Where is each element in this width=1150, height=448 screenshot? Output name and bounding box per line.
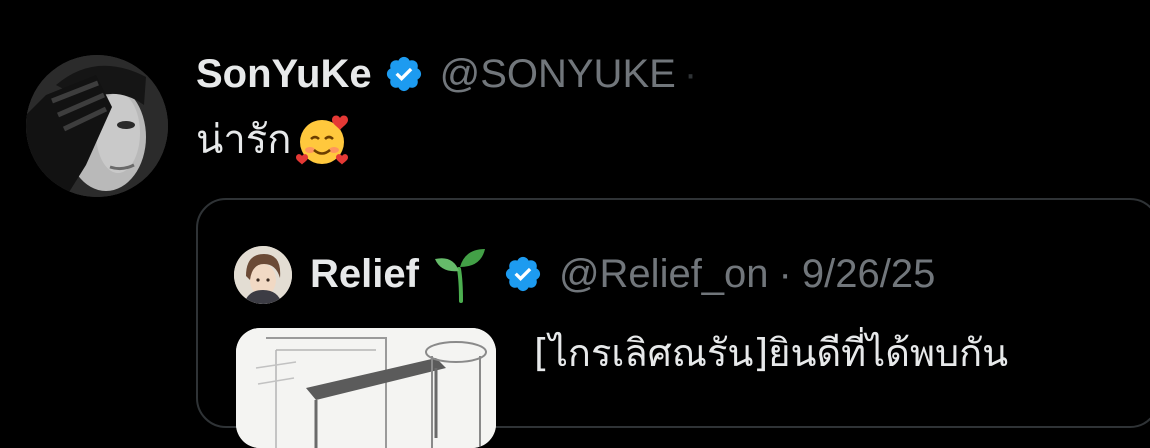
- author-handle[interactable]: @SONYUKE: [440, 52, 676, 97]
- seedling-icon: [431, 245, 489, 303]
- verified-badge-icon[interactable]: [503, 254, 543, 294]
- quoted-tweet-card[interactable]: Relief @Relief_on · 9/26/25 [ไกรเลิศณรัน…: [196, 198, 1150, 448]
- author-avatar[interactable]: [26, 55, 168, 197]
- quoted-tweet-thumbnail[interactable]: [236, 328, 496, 448]
- quoted-author-avatar[interactable]: [234, 246, 292, 304]
- tweet-text: น่ารัก: [196, 117, 292, 163]
- header-separator: ·: [683, 51, 698, 96]
- verified-badge-icon[interactable]: [384, 54, 424, 94]
- tweet-body: น่ารัก: [196, 110, 352, 170]
- profile-photo-icon: [26, 55, 168, 197]
- quoted-author-display-name[interactable]: Relief: [310, 252, 419, 297]
- smiling-face-with-hearts-icon: [295, 112, 352, 168]
- sketch-illustration-icon: [236, 328, 496, 448]
- tweet[interactable]: SonYuKe @SONYUKE · น่ารัก Relief @Relief…: [0, 0, 1150, 448]
- quoted-author-handle[interactable]: @Relief_on: [559, 252, 769, 297]
- quoted-tweet-header: Relief @Relief_on · 9/26/25: [310, 244, 935, 304]
- tweet-header: SonYuKe @SONYUKE ·: [196, 46, 697, 102]
- quoted-tweet-text: [ไกรเลิศณรัน]ยินดีที่ได้พบกัน: [534, 331, 1009, 375]
- author-display-name[interactable]: SonYuKe: [196, 52, 372, 97]
- quoted-tweet-date[interactable]: 9/26/25: [802, 252, 935, 297]
- illustrated-avatar-icon: [234, 246, 292, 304]
- quoted-header-separator: ·: [778, 251, 792, 296]
